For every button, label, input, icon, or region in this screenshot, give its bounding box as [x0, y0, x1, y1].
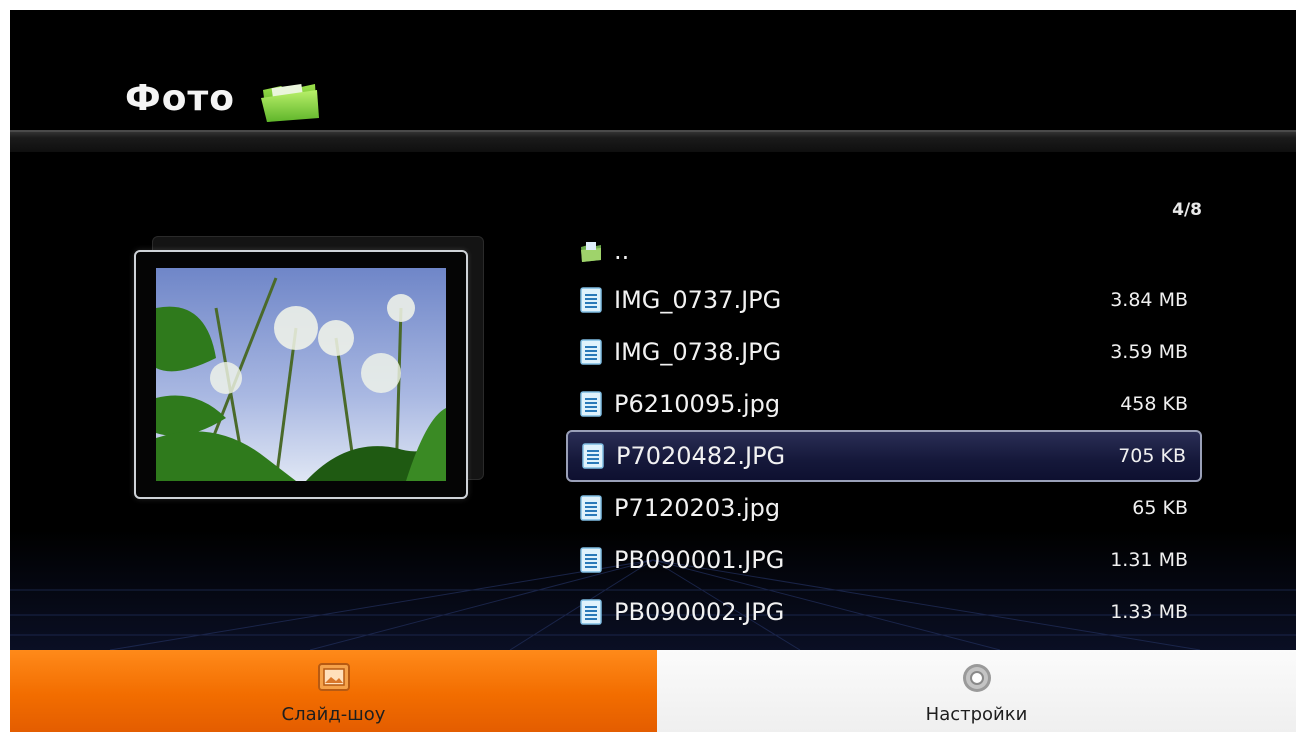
file-name: PB090001.JPG	[614, 546, 785, 574]
settings-label: Настройки	[925, 704, 1028, 725]
header-divider-line	[10, 130, 1296, 132]
media-browser-screen: Фото 4/8 .. IMG_0737.JPG 3.84 MB IMG_073…	[10, 10, 1296, 732]
gear-icon	[962, 664, 991, 692]
file-size: 3.59 MB	[1110, 341, 1188, 363]
slideshow-button[interactable]: Слайд-шоу	[10, 650, 657, 732]
list-item[interactable]: P6210095.jpg 458 KB	[566, 378, 1202, 430]
document-icon	[580, 287, 602, 313]
file-size: 65 KB	[1132, 497, 1188, 519]
document-icon	[580, 339, 602, 365]
list-item[interactable]: P7120203.jpg 65 KB	[566, 482, 1202, 534]
bottom-bar: Слайд-шоу Настройки	[10, 650, 1296, 732]
file-name: P7120203.jpg	[614, 494, 781, 522]
list-item[interactable]: IMG_0737.JPG 3.84 MB	[566, 274, 1202, 326]
file-size: 1.31 MB	[1110, 549, 1188, 571]
document-icon	[580, 495, 602, 521]
list-item-parent-folder[interactable]: ..	[566, 228, 1202, 274]
document-icon	[580, 599, 602, 625]
page-title: Фото	[125, 78, 236, 119]
file-size: 3.84 MB	[1110, 289, 1188, 311]
slideshow-icon	[317, 663, 350, 691]
file-list: .. IMG_0737.JPG 3.84 MB IMG_0738.JPG 3.5…	[566, 228, 1206, 638]
list-item[interactable]: PB090002.JPG 1.33 MB	[566, 586, 1202, 638]
list-item-selected[interactable]: P7020482.JPG 705 KB	[566, 430, 1202, 482]
folder-up-icon	[581, 242, 601, 262]
file-size: 1.33 MB	[1110, 601, 1188, 623]
file-name: PB090002.JPG	[614, 598, 785, 626]
file-size: 458 KB	[1120, 393, 1188, 415]
file-name: IMG_0738.JPG	[614, 338, 782, 366]
header-divider	[10, 130, 1296, 152]
slideshow-label: Слайд-шоу	[281, 704, 386, 725]
photo-thumbnail	[156, 268, 446, 481]
file-name: P7020482.JPG	[616, 442, 786, 470]
page-counter: 4/8	[1172, 200, 1202, 220]
settings-button[interactable]: Настройки	[657, 650, 1296, 732]
list-item[interactable]: IMG_0738.JPG 3.59 MB	[566, 326, 1202, 378]
document-icon	[582, 443, 604, 469]
preview-frame	[134, 250, 468, 499]
document-icon	[580, 391, 602, 417]
parent-folder-label: ..	[614, 237, 630, 265]
file-name: P6210095.jpg	[614, 390, 781, 418]
file-name: IMG_0737.JPG	[614, 286, 782, 314]
header: Фото	[10, 10, 1296, 130]
file-size: 705 KB	[1118, 445, 1186, 467]
folder-icon	[261, 84, 319, 122]
list-item[interactable]: PB090001.JPG 1.31 MB	[566, 534, 1202, 586]
document-icon	[580, 547, 602, 573]
